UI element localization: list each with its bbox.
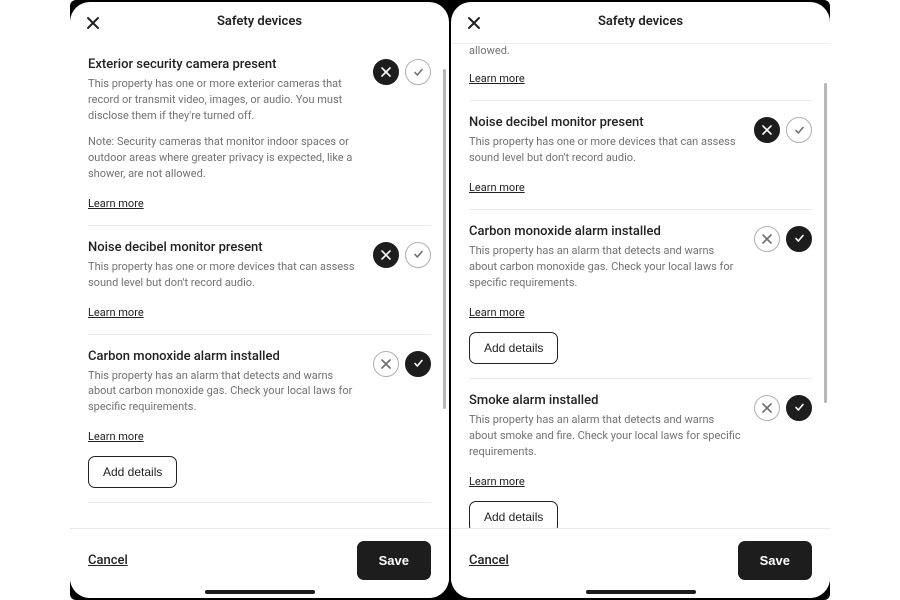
item-title: Noise decibel monitor present <box>88 240 363 255</box>
learn-more-link[interactable]: Learn more <box>469 475 525 488</box>
item-noise-monitor: Noise decibel monitor present This prope… <box>88 226 431 335</box>
save-button[interactable]: Save <box>738 541 812 580</box>
item-exterior-camera: Exterior security camera present This pr… <box>88 43 431 226</box>
item-desc: This property has one or more exterior c… <box>88 76 363 124</box>
item-noise-monitor: Noise decibel monitor present This prope… <box>469 101 812 210</box>
x-icon <box>762 234 772 244</box>
scroll-content-right: allowed. Learn more Noise decibel monito… <box>469 44 812 528</box>
toggle-yes[interactable] <box>786 117 812 143</box>
scroll-area-right[interactable]: allowed. Learn more Noise decibel monito… <box>451 43 830 528</box>
cancel-button[interactable]: Cancel <box>469 553 509 568</box>
header: Safety devices <box>451 2 830 43</box>
scrollbar-right[interactable] <box>824 83 827 403</box>
footer: Cancel Save <box>70 528 449 598</box>
two-phone-stage: Safety devices Exterior security camera … <box>70 0 830 600</box>
learn-more-link[interactable]: Learn more <box>469 181 525 194</box>
item-desc: This property has one or more devices th… <box>469 134 744 166</box>
partial-text: allowed. <box>469 44 812 57</box>
close-icon <box>86 16 100 30</box>
learn-more-link[interactable]: Learn more <box>88 306 144 319</box>
check-icon <box>794 125 805 136</box>
item-desc: This property has an alarm that detects … <box>88 368 363 416</box>
toggle-yes[interactable] <box>405 242 431 268</box>
item-smoke-alarm: Smoke alarm installed This property has … <box>469 379 812 528</box>
item-title: Carbon monoxide alarm installed <box>469 224 744 239</box>
toggle-no[interactable] <box>373 59 399 85</box>
item-co-alarm: Carbon monoxide alarm installed This pro… <box>469 210 812 379</box>
x-icon <box>381 250 391 260</box>
item-desc: This property has an alarm that detects … <box>469 243 744 291</box>
item-title: Carbon monoxide alarm installed <box>88 349 363 364</box>
toggle-yes[interactable] <box>786 226 812 252</box>
close-icon <box>467 16 481 30</box>
toggle-no[interactable] <box>373 351 399 377</box>
learn-more-link[interactable]: Learn more <box>469 306 525 319</box>
toggle-yes[interactable] <box>786 395 812 421</box>
add-details-button[interactable]: Add details <box>469 332 558 364</box>
cancel-button[interactable]: Cancel <box>88 553 128 568</box>
item-desc: This property has one or more devices th… <box>88 259 363 291</box>
item-desc: This property has an alarm that detects … <box>469 412 744 460</box>
check-icon <box>413 358 424 369</box>
toggle-yes[interactable] <box>405 59 431 85</box>
save-button[interactable]: Save <box>357 541 431 580</box>
add-details-button[interactable]: Add details <box>88 456 177 488</box>
item-title: Exterior security camera present <box>88 57 363 72</box>
check-icon <box>413 67 424 78</box>
scrollbar-left[interactable] <box>443 69 446 409</box>
phone-left: Safety devices Exterior security camera … <box>70 2 449 598</box>
page-title: Safety devices <box>217 14 302 29</box>
check-icon <box>413 249 424 260</box>
item-note: Note: Security cameras that monitor indo… <box>88 134 363 182</box>
learn-more-link[interactable]: Learn more <box>88 197 144 210</box>
page-title: Safety devices <box>598 14 683 29</box>
toggle-yes[interactable] <box>405 351 431 377</box>
scroll-area-left[interactable]: Exterior security camera present This pr… <box>70 43 449 528</box>
scroll-content-left: Exterior security camera present This pr… <box>88 43 431 507</box>
item-title: Smoke alarm installed <box>469 393 744 408</box>
close-button[interactable] <box>465 14 483 32</box>
add-details-button[interactable]: Add details <box>469 501 558 529</box>
learn-more-link[interactable]: Learn more <box>88 430 144 443</box>
toggle-no[interactable] <box>754 226 780 252</box>
item-title: Noise decibel monitor present <box>469 115 744 130</box>
toggle-no[interactable] <box>373 242 399 268</box>
x-icon <box>762 125 772 135</box>
item-co-alarm: Carbon monoxide alarm installed This pro… <box>88 335 431 504</box>
check-icon <box>794 233 805 244</box>
phone-right: Safety devices allowed. Learn more Nois <box>451 2 830 598</box>
x-icon <box>381 67 391 77</box>
close-button[interactable] <box>84 14 102 32</box>
item-exterior-camera-partial: allowed. Learn more <box>469 44 812 101</box>
x-icon <box>762 403 772 413</box>
footer: Cancel Save <box>451 528 830 598</box>
check-icon <box>794 402 805 413</box>
header: Safety devices <box>70 2 449 43</box>
toggle-no[interactable] <box>754 395 780 421</box>
toggle-no[interactable] <box>754 117 780 143</box>
learn-more-link[interactable]: Learn more <box>469 72 525 85</box>
x-icon <box>381 359 391 369</box>
